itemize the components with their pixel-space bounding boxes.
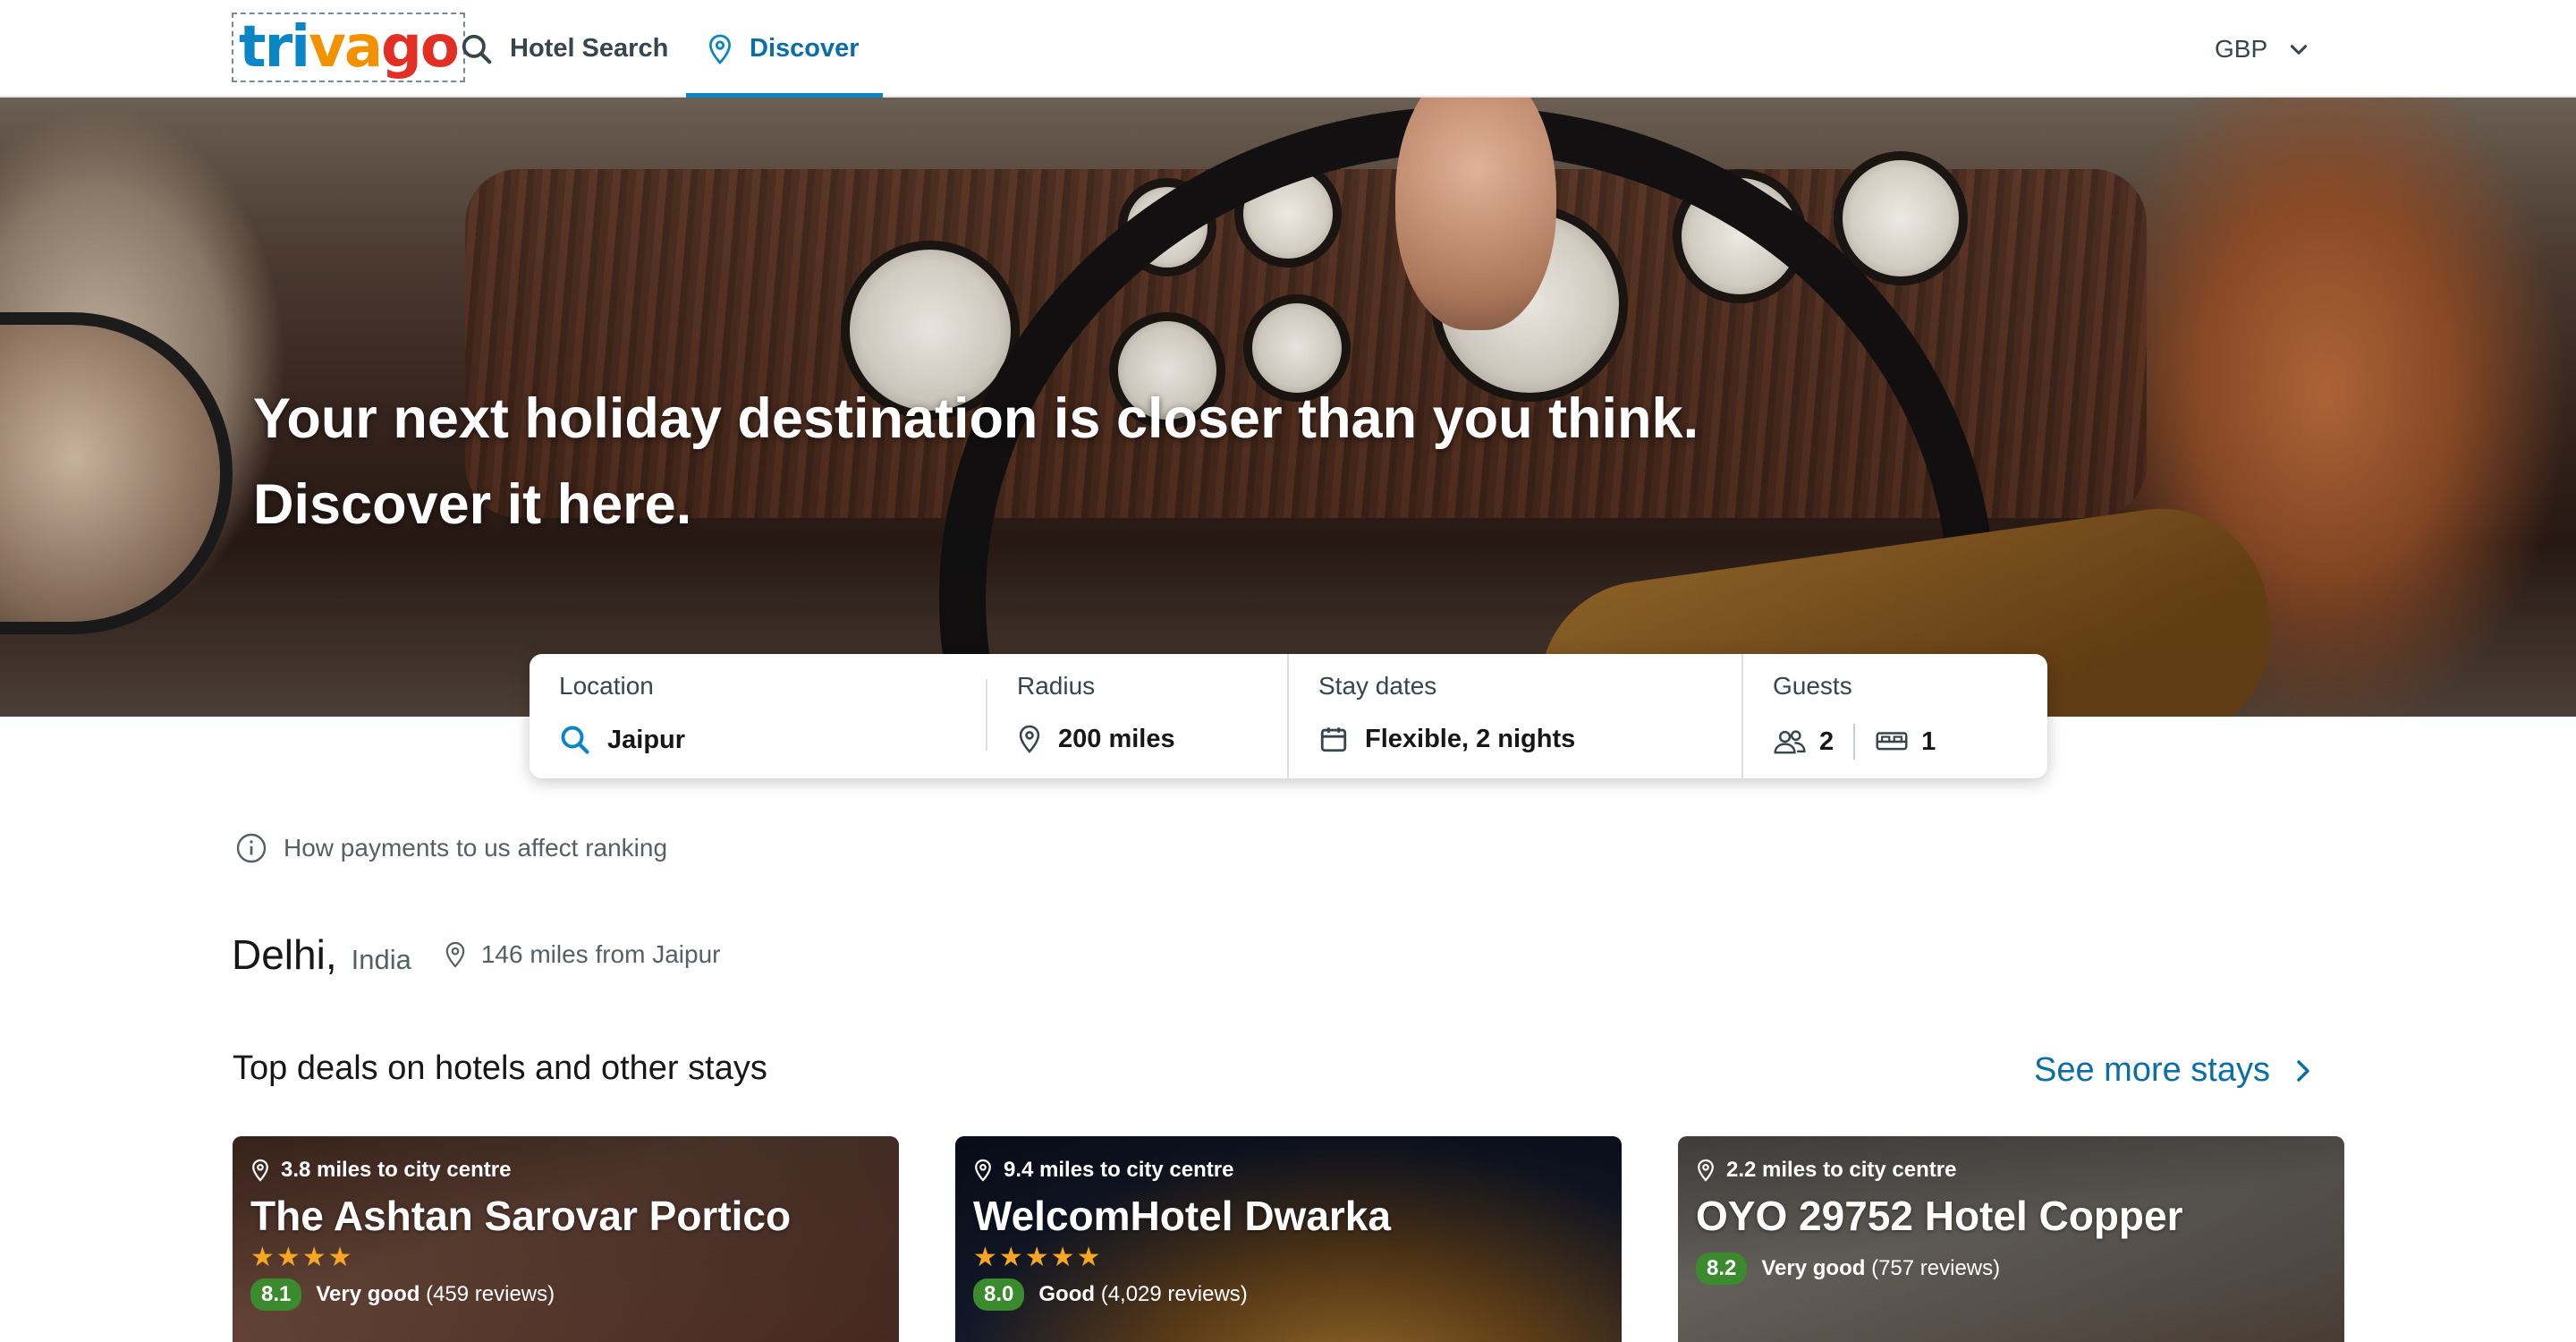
search-icon (462, 34, 492, 64)
guests-icon (1774, 730, 1806, 754)
rating-row: 8.1 Very good (459 reviews) (250, 1278, 791, 1311)
map-pin-icon (252, 1159, 268, 1182)
radius-field[interactable]: Radius 200 miles (987, 654, 1287, 778)
chevron-right-icon (2297, 1059, 2309, 1082)
review-count: (757 reviews) (1871, 1256, 2001, 1280)
hotel-card[interactable]: 2.2 miles to city centre OYO 29752 Hotel… (1678, 1136, 2344, 1342)
map-pin-icon (1698, 1159, 1714, 1182)
rating-badge: 8.0 (973, 1278, 1025, 1311)
currency-selector[interactable]: GBP (2215, 0, 2310, 98)
hero-headline-line1: Your next holiday destination is closer … (253, 387, 1699, 450)
hotel-name: WelcomHotel Dwarka (973, 1193, 1391, 1239)
map-pin-icon (708, 34, 732, 64)
location-value: Jaipur (607, 725, 686, 754)
location-label: Location (559, 672, 654, 700)
city-distance: 146 miles from Jaipur (444, 940, 721, 969)
search-icon (561, 726, 589, 754)
currency-label: GBP (2215, 34, 2268, 63)
destination-heading: Delhi, India 146 miles from Jaipur (232, 930, 721, 979)
card-distance: 9.4 miles to city centre (973, 1158, 1391, 1183)
radius-value: 200 miles (1058, 724, 1175, 753)
section-title: Top deals on hotels and other stays (233, 1049, 767, 1087)
card-distance-text: 3.8 miles to city centre (281, 1158, 512, 1182)
rooms-value: 1 (1921, 726, 1936, 756)
active-tab-indicator (686, 93, 883, 98)
hotel-card[interactable]: 9.4 miles to city centre WelcomHotel Dwa… (955, 1136, 1622, 1342)
city-country: India (351, 944, 411, 975)
see-more-stays-link[interactable]: See more stays (2034, 1051, 2317, 1090)
stay-dates-field[interactable]: Stay dates Flexible, 2 nights (1289, 654, 1741, 778)
guests-divider (1853, 724, 1856, 760)
city-distance-text: 146 miles from Jaipur (480, 940, 721, 968)
star-rating: ★★★★★ (973, 1243, 1103, 1272)
star-rating: ★★★★ (250, 1243, 354, 1272)
rating-text: Very good (1761, 1256, 1866, 1280)
stay-dates-value: Flexible, 2 nights (1365, 724, 1576, 753)
card-distance: 3.8 miles to city centre (250, 1158, 791, 1183)
ranking-info-link[interactable]: How payments to us affect ranking (235, 832, 667, 864)
calendar-icon (1320, 727, 1347, 752)
rating-row: 8.0 Good (4,029 reviews) (973, 1278, 1391, 1311)
map-pin-icon (1019, 725, 1040, 753)
nav-discover-label: Discover (750, 34, 860, 63)
see-more-label: See more stays (2034, 1051, 2270, 1089)
card-distance-text: 9.4 miles to city centre (1004, 1158, 1234, 1182)
hotel-name: OYO 29752 Hotel Copper (1696, 1193, 2183, 1239)
map-pin-icon (445, 941, 465, 968)
trivago-logo[interactable]: tri va go (232, 13, 465, 82)
map-pin-icon (975, 1159, 991, 1182)
hero-headline: Your next holiday destination is closer … (253, 376, 1699, 548)
nav-hotel-search[interactable]: Hotel Search (460, 0, 668, 98)
guests-value: 2 (1819, 726, 1835, 756)
guests-label: Guests (1773, 672, 1852, 700)
hero-headline-line2: Discover it here. (253, 473, 692, 536)
nav-discover[interactable]: Discover (707, 0, 860, 98)
guests-field[interactable]: Guests 2 1 (1743, 654, 2047, 778)
search-form: Location Jaipur Radius 200 miles Stay da… (530, 654, 2047, 778)
review-count: (459 reviews) (426, 1282, 555, 1306)
review-count: (4,029 reviews) (1100, 1282, 1248, 1306)
chevron-down-icon (2291, 44, 2308, 55)
rating-text: Very good (316, 1282, 420, 1306)
card-distance: 2.2 miles to city centre (1696, 1158, 2183, 1183)
hotel-name: The Ashtan Sarovar Portico (250, 1193, 792, 1239)
rating-badge: 8.2 (1696, 1253, 1748, 1285)
top-header: tri va go Hotel Search Discover GBP (0, 0, 2576, 98)
stay-dates-label: Stay dates (1318, 672, 1437, 700)
info-icon (236, 833, 267, 863)
bed-icon (1876, 732, 1908, 751)
location-field[interactable]: Location Jaipur (530, 654, 986, 778)
nav-hotel-search-label: Hotel Search (510, 34, 669, 63)
rating-text: Good (1038, 1282, 1096, 1306)
card-distance-text: 2.2 miles to city centre (1726, 1158, 1957, 1182)
city-name: Delhi, (232, 931, 337, 978)
hotel-card[interactable]: 3.8 miles to city centre The Ashtan Saro… (233, 1136, 899, 1342)
rating-row: 8.2 Very good (757 reviews) (1696, 1253, 2183, 1285)
rating-badge: 8.1 (250, 1278, 302, 1311)
ranking-info-text: How payments to us affect ranking (284, 834, 668, 862)
radius-label: Radius (1017, 672, 1096, 700)
